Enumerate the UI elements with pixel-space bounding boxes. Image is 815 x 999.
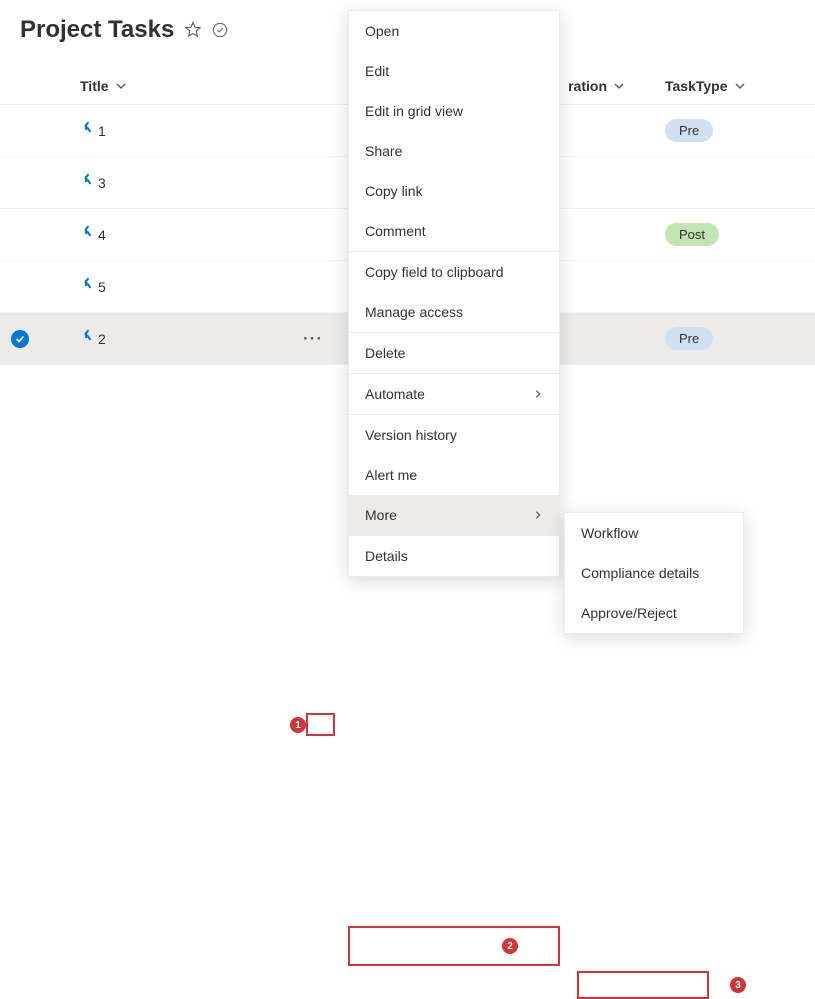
menu-item-delete[interactable]: Delete bbox=[349, 333, 559, 373]
annotation-badge-3: 3 bbox=[730, 977, 746, 993]
menu-item-automate[interactable]: Automate bbox=[349, 374, 559, 414]
submenu-item-compliance[interactable]: Compliance details bbox=[565, 553, 743, 593]
menu-label: Details bbox=[365, 548, 408, 564]
favorite-star-icon[interactable] bbox=[184, 21, 202, 39]
menu-item-details[interactable]: Details bbox=[349, 536, 559, 576]
submenu-item-approve-reject[interactable]: Approve/Reject bbox=[565, 593, 743, 633]
column-header-tasktype[interactable]: TaskType bbox=[665, 78, 815, 94]
row-tasktype-cell: Post bbox=[665, 223, 815, 246]
submenu-item-workflow[interactable]: Workflow bbox=[565, 513, 743, 553]
page-title: Project Tasks bbox=[20, 16, 174, 44]
menu-label: Edit bbox=[365, 63, 389, 79]
menu-label: More bbox=[365, 507, 397, 523]
selected-check-icon[interactable] bbox=[11, 330, 29, 348]
menu-item-open[interactable]: Open bbox=[349, 11, 559, 51]
row-title-text[interactable]: 3 bbox=[98, 175, 106, 191]
menu-label: Open bbox=[365, 23, 399, 39]
chevron-down-icon bbox=[613, 80, 625, 92]
row-tasktype-cell: Pre bbox=[665, 327, 815, 350]
annotation-badge-2: 2 bbox=[502, 938, 518, 954]
row-title-text[interactable]: 2 bbox=[98, 331, 106, 347]
context-menu: Open Edit Edit in grid view Share Copy l… bbox=[348, 10, 560, 577]
menu-label: Compliance details bbox=[581, 565, 699, 581]
menu-label: Approve/Reject bbox=[581, 605, 677, 621]
chevron-down-icon bbox=[734, 80, 746, 92]
flow-icon bbox=[80, 124, 94, 138]
column-duration-label: ration bbox=[568, 78, 607, 94]
menu-item-more[interactable]: More bbox=[349, 495, 559, 535]
check-circle-icon[interactable] bbox=[212, 22, 228, 38]
menu-item-share[interactable]: Share bbox=[349, 131, 559, 171]
menu-label: Share bbox=[365, 143, 402, 159]
menu-label: Version history bbox=[365, 427, 457, 443]
annotation-badge-1: 1 bbox=[290, 717, 306, 733]
flow-icon bbox=[80, 176, 94, 190]
tasktype-badge: Pre bbox=[665, 119, 713, 142]
chevron-down-icon bbox=[115, 80, 127, 92]
row-title-cell: 3 bbox=[40, 175, 300, 191]
tasktype-badge: Pre bbox=[665, 327, 713, 350]
annotation-box-2 bbox=[348, 926, 560, 966]
chevron-right-icon bbox=[533, 386, 543, 402]
menu-item-edit[interactable]: Edit bbox=[349, 51, 559, 91]
row-title-cell: 2 bbox=[40, 331, 300, 347]
column-tasktype-label: TaskType bbox=[665, 78, 728, 94]
tasktype-badge: Post bbox=[665, 223, 719, 246]
menu-label: Workflow bbox=[581, 525, 638, 541]
menu-label: Automate bbox=[365, 386, 425, 402]
menu-label: Edit in grid view bbox=[365, 103, 463, 119]
column-header-title[interactable]: Title bbox=[0, 78, 300, 94]
menu-label: Delete bbox=[365, 345, 405, 361]
flow-icon bbox=[80, 280, 94, 294]
menu-item-copy-link[interactable]: Copy link bbox=[349, 171, 559, 211]
menu-label: Copy field to clipboard bbox=[365, 264, 504, 280]
chevron-right-icon bbox=[533, 507, 543, 523]
menu-label: Alert me bbox=[365, 467, 417, 483]
menu-label: Copy link bbox=[365, 183, 423, 199]
row-title-cell: 4 bbox=[40, 227, 300, 243]
menu-item-copy-field[interactable]: Copy field to clipboard bbox=[349, 252, 559, 292]
row-tasktype-cell: Pre bbox=[665, 119, 815, 142]
row-title-cell: 1 bbox=[40, 123, 300, 139]
menu-label: Manage access bbox=[365, 304, 463, 320]
row-title-text[interactable]: 5 bbox=[98, 279, 106, 295]
row-title-cell: 5 bbox=[40, 279, 300, 295]
menu-item-manage-access[interactable]: Manage access bbox=[349, 292, 559, 332]
menu-item-comment[interactable]: Comment bbox=[349, 211, 559, 251]
row-more-actions-button[interactable]: ··· bbox=[300, 327, 326, 351]
menu-label: Comment bbox=[365, 223, 426, 239]
flow-icon bbox=[80, 332, 94, 346]
submenu-more: Workflow Compliance details Approve/Reje… bbox=[564, 512, 744, 634]
annotation-box-1 bbox=[306, 713, 335, 736]
menu-item-edit-grid[interactable]: Edit in grid view bbox=[349, 91, 559, 131]
row-title-text[interactable]: 4 bbox=[98, 227, 106, 243]
menu-item-alert-me[interactable]: Alert me bbox=[349, 455, 559, 495]
annotation-box-3 bbox=[577, 971, 709, 999]
row-title-text[interactable]: 1 bbox=[98, 123, 106, 139]
menu-item-version-history[interactable]: Version history bbox=[349, 415, 559, 455]
column-title-label: Title bbox=[80, 78, 109, 94]
row-select-area[interactable] bbox=[0, 330, 40, 348]
flow-icon bbox=[80, 228, 94, 242]
